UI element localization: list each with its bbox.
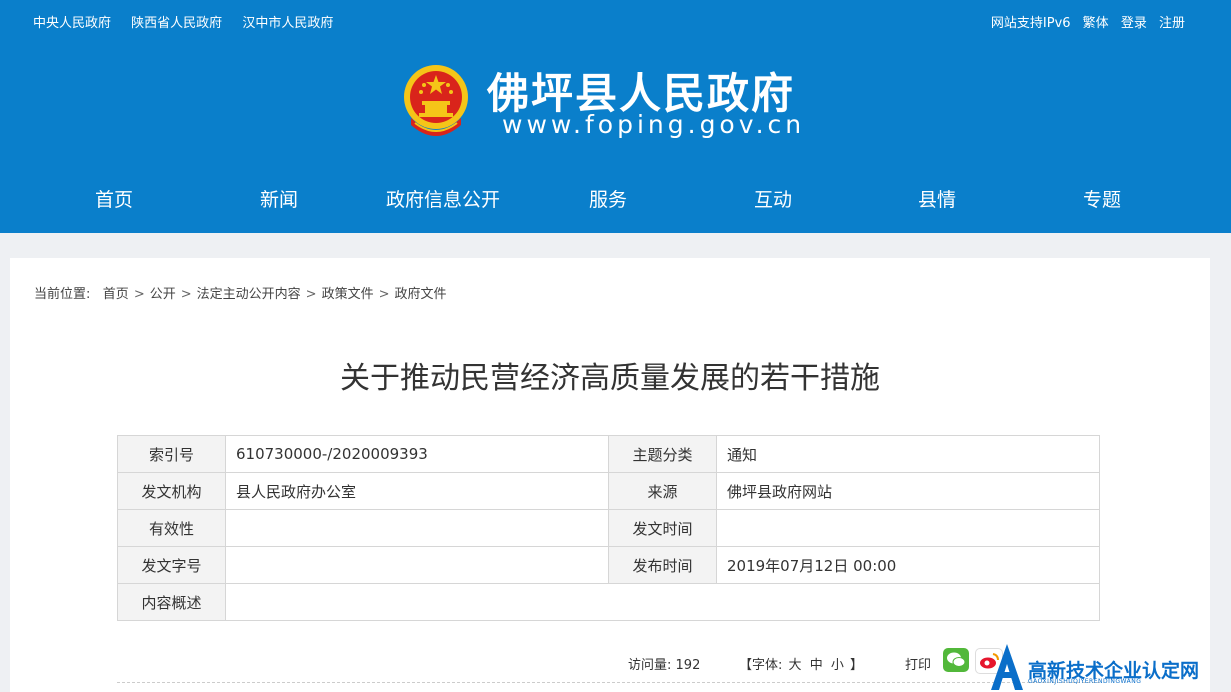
breadcrumb-separator: >: [180, 287, 192, 302]
breadcrumb-home[interactable]: 首页: [103, 287, 129, 302]
breadcrumb-statutory[interactable]: 法定主动公开内容: [197, 287, 301, 302]
nav-gov-info[interactable]: 政府信息公开: [386, 185, 500, 212]
breadcrumb: 当前位置: 首页 > 公开 > 法定主动公开内容 > 政策文件 > 政府文件: [34, 283, 447, 302]
divider: [117, 682, 1100, 683]
font-size-close: 】: [850, 658, 864, 673]
meta-label: 索引号: [117, 435, 226, 473]
print-button[interactable]: 打印: [905, 654, 931, 673]
meta-label: 发布时间: [608, 546, 717, 584]
font-size-control: 【字体: 大 中 小 】: [739, 654, 863, 673]
main-nav: 首页 新闻 政府信息公开 服务 互动 县情 专题: [33, 185, 1198, 213]
site-header: 中央人民政府 陕西省人民政府 汉中市人民政府 网站支持IPv6 繁体 登录 注册…: [0, 0, 1231, 233]
breadcrumb-gov-docs[interactable]: 政府文件: [394, 287, 446, 302]
nav-interaction[interactable]: 互动: [754, 185, 792, 212]
meta-value: [716, 509, 1100, 547]
watermark-logo: 高新技术企业认定网 GAOXINJISHUQIYERENDINGWANG: [985, 640, 1231, 692]
watermark-a-icon: [991, 644, 1023, 690]
meta-value: 610730000-/2020009393: [225, 435, 609, 473]
article-title: 关于推动民营经济高质量发展的若干措施: [340, 361, 880, 396]
watermark-subtext: GAOXINJISHUQIYERENDINGWANG: [1028, 678, 1142, 685]
visits-label: 访问量:: [628, 658, 672, 673]
breadcrumb-policy-docs[interactable]: 政策文件: [322, 287, 374, 302]
national-emblem-icon: [404, 65, 468, 136]
wechat-icon[interactable]: [943, 648, 969, 672]
register-link[interactable]: 注册: [1159, 16, 1185, 31]
breadcrumb-separator: >: [305, 287, 317, 302]
link-shaanxi-gov[interactable]: 陕西省人民政府: [131, 16, 222, 31]
meta-value: [225, 546, 609, 584]
traditional-chinese-link[interactable]: 繁体: [1083, 16, 1109, 31]
font-size-open: 【字体:: [739, 658, 783, 673]
table-row: 索引号 610730000-/2020009393 主题分类 通知: [117, 435, 1100, 473]
table-row: 内容概述: [117, 583, 1100, 621]
meta-value: 县人民政府办公室: [225, 472, 609, 510]
site-url: www.foping.gov.cn: [502, 110, 806, 139]
font-small-button[interactable]: 小: [831, 658, 844, 673]
breadcrumb-separator: >: [133, 287, 145, 302]
font-medium-button[interactable]: 中: [810, 658, 823, 673]
meta-value: 2019年07月12日 00:00: [716, 546, 1100, 584]
main-content: 当前位置: 首页 > 公开 > 法定主动公开内容 > 政策文件 > 政府文件 关于推动民营经济高…: [10, 258, 1210, 692]
link-central-gov[interactable]: 中央人民政府: [33, 16, 111, 31]
table-row: 发文字号 发布时间 2019年07月12日 00:00: [117, 546, 1100, 584]
top-links-right: 网站支持IPv6 繁体 登录 注册: [983, 12, 1185, 31]
visit-count: 访问量: 192: [628, 654, 700, 673]
nav-home[interactable]: 首页: [95, 185, 133, 212]
visits-value: 192: [675, 658, 701, 673]
nav-county-info[interactable]: 县情: [918, 185, 956, 212]
meta-label: 内容概述: [117, 583, 226, 621]
ipv6-label: 网站支持IPv6: [990, 16, 1071, 31]
breadcrumb-separator: >: [378, 287, 390, 302]
breadcrumb-public[interactable]: 公开: [150, 287, 176, 302]
meta-label: 有效性: [117, 509, 226, 547]
table-row: 有效性 发文时间: [117, 509, 1100, 547]
meta-label: 来源: [608, 472, 717, 510]
meta-label: 发文字号: [117, 546, 226, 584]
nav-topics[interactable]: 专题: [1083, 185, 1121, 212]
login-link[interactable]: 登录: [1121, 16, 1147, 31]
top-links: 中央人民政府 陕西省人民政府 汉中市人民政府: [33, 12, 349, 31]
meta-label: 发文时间: [608, 509, 717, 547]
link-hanzhong-gov[interactable]: 汉中市人民政府: [242, 16, 333, 31]
meta-label: 发文机构: [117, 472, 226, 510]
nav-news[interactable]: 新闻: [260, 185, 298, 212]
breadcrumb-label: 当前位置:: [34, 287, 91, 302]
meta-value: 通知: [716, 435, 1100, 473]
meta-value: [225, 509, 609, 547]
nav-services[interactable]: 服务: [589, 185, 627, 212]
table-row: 发文机构 县人民政府办公室 来源 佛坪县政府网站: [117, 472, 1100, 510]
document-meta-table: 索引号 610730000-/2020009393 主题分类 通知 发文机构 县…: [117, 435, 1100, 621]
meta-label: 主题分类: [608, 435, 717, 473]
meta-value: 佛坪县政府网站: [716, 472, 1100, 510]
font-large-button[interactable]: 大: [789, 658, 802, 673]
meta-value: [225, 583, 1100, 621]
